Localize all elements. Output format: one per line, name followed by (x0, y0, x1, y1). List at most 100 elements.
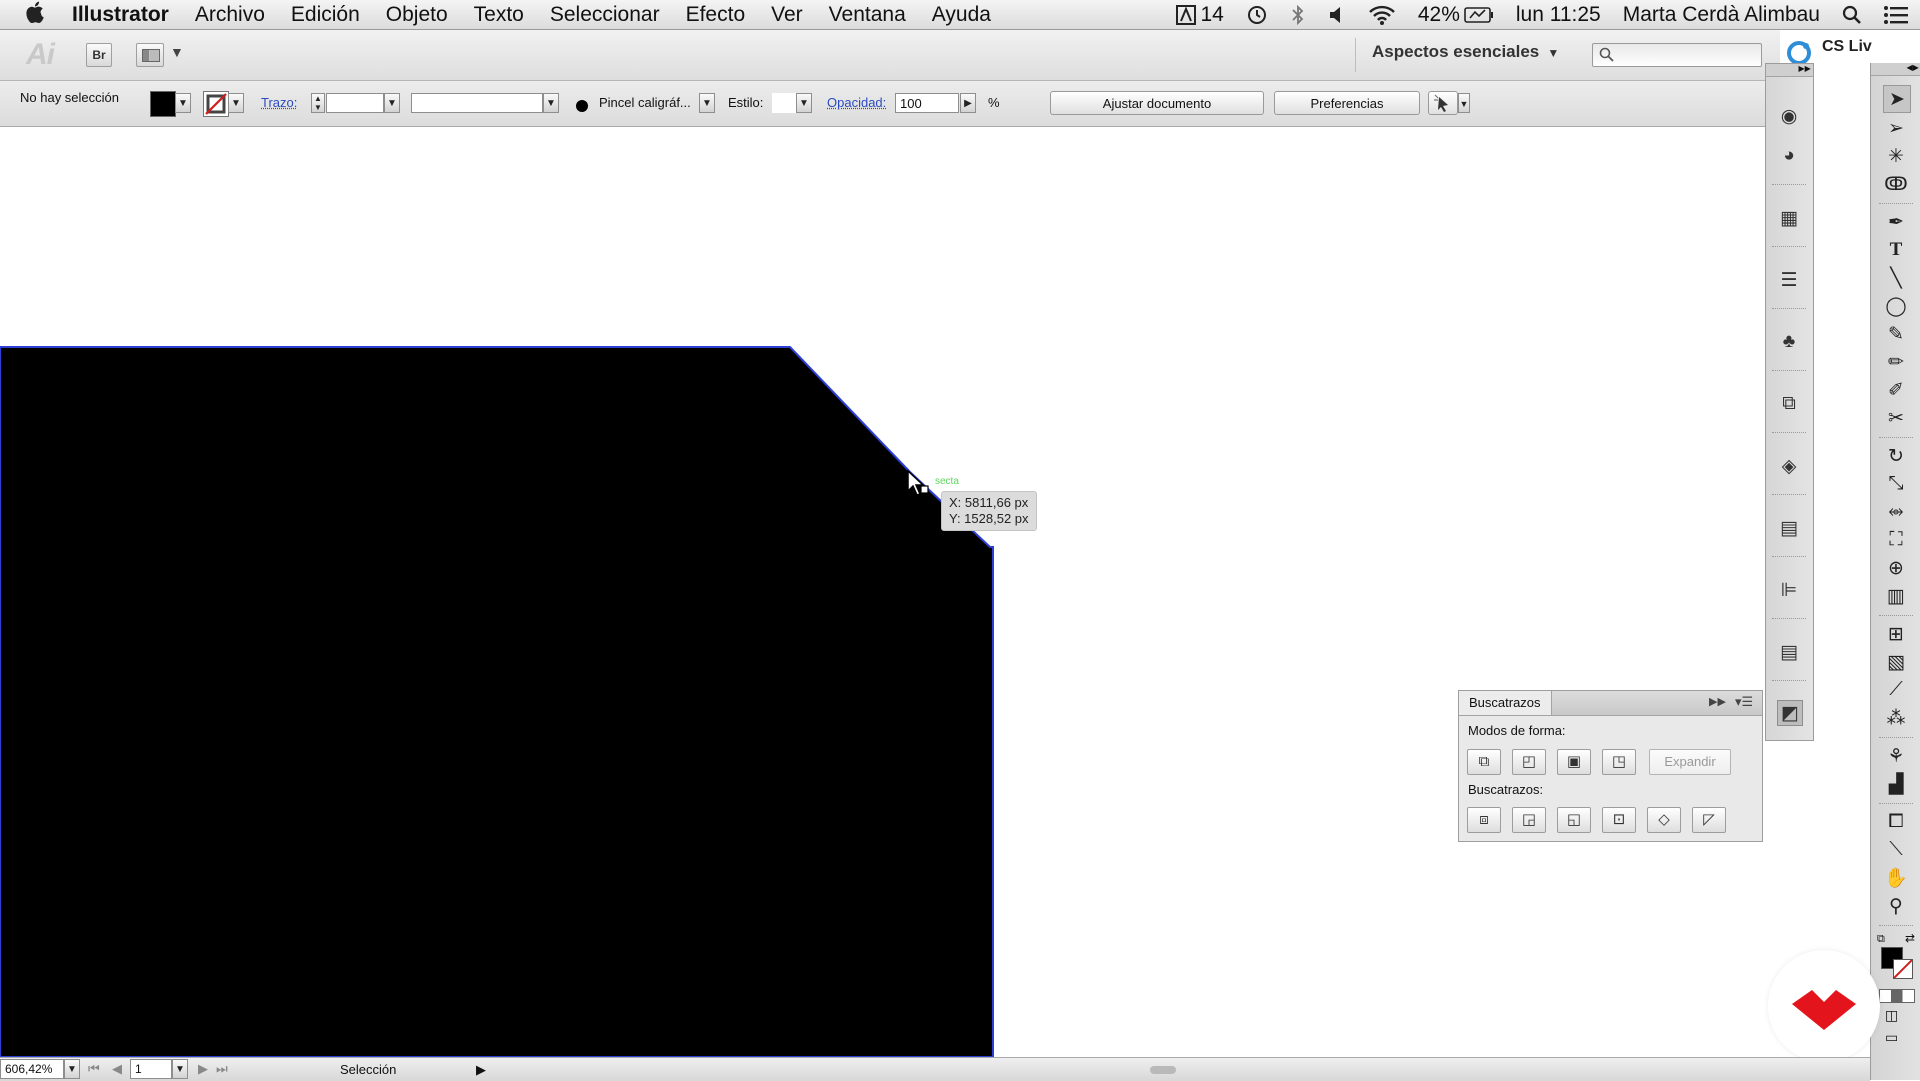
control-panel-menu-dropdown[interactable]: ▼ (1458, 93, 1470, 113)
symbol-sprayer-tool-icon[interactable]: ⚘ (1883, 743, 1909, 769)
swatches-panel-icon[interactable]: ▦ (1777, 206, 1801, 230)
bridge-button[interactable]: Br (86, 43, 112, 67)
line-segment-tool-icon[interactable]: ╲ (1883, 265, 1909, 291)
intersect-button[interactable]: ▣ (1557, 749, 1591, 775)
stroke-label[interactable]: Trazo: (261, 95, 297, 110)
tools-header[interactable]: ◀▶ (1871, 63, 1920, 76)
exclude-button[interactable]: ◳ (1602, 749, 1636, 775)
opacity-slider-button[interactable]: ▶ (960, 93, 976, 113)
artboard-canvas[interactable] (0, 127, 1780, 1057)
width-tool-icon[interactable]: ⥈ (1883, 499, 1909, 525)
opacity-input[interactable]: 100 (895, 93, 959, 113)
selection-tool-icon[interactable]: ➤ (1883, 85, 1911, 113)
panel-menu-icon[interactable]: ▾☰ (1735, 694, 1753, 710)
scale-tool-icon[interactable]: ⤡ (1883, 471, 1909, 497)
expand-button[interactable]: Expandir (1649, 749, 1731, 775)
style-swatch[interactable] (772, 93, 796, 113)
fill-swatch[interactable] (150, 91, 176, 117)
crop-button[interactable]: ⊡ (1602, 807, 1636, 833)
notification-list-icon[interactable] (1884, 5, 1908, 24)
symbols-panel-icon[interactable]: ♣ (1777, 330, 1801, 354)
slice-tool-icon[interactable]: ⟍ (1883, 837, 1909, 863)
align-panel-icon[interactable]: ⊫ (1777, 578, 1801, 602)
width-profile-dropdown[interactable]: ▼ (543, 93, 559, 113)
stroke-dropdown[interactable]: ▼ (228, 93, 244, 113)
help-search-input[interactable] (1592, 43, 1762, 67)
chevron-down-icon[interactable]: ▼ (170, 44, 184, 60)
merge-button[interactable]: ◱ (1557, 807, 1591, 833)
direct-selection-tool-icon[interactable]: ➢ (1883, 115, 1909, 141)
pathfinder-tab[interactable]: Buscatrazos (1459, 691, 1552, 715)
menu-objeto[interactable]: Objeto (373, 3, 461, 27)
stroke-panel-icon[interactable]: ☰ (1777, 268, 1801, 292)
pathfinder-panel-header[interactable]: Buscatrazos ▶▶ ▾☰ (1459, 691, 1762, 716)
mesh-tool-icon[interactable]: ⊞ (1883, 621, 1909, 647)
screen-mode-icon[interactable]: ▭ (1885, 1029, 1898, 1046)
artboard-number-input[interactable]: 1 (130, 1059, 172, 1079)
column-graph-tool-icon[interactable]: ▟ (1883, 771, 1909, 797)
adjust-document-button[interactable]: Ajustar documento (1050, 91, 1264, 115)
menu-user-name[interactable]: Marta Cerdà Alimbau (1623, 3, 1820, 27)
menu-efecto[interactable]: Efecto (673, 3, 759, 27)
lasso-tool-icon[interactable]: ↂ (1883, 171, 1909, 197)
next-artboard-button[interactable]: ▶ (198, 1061, 208, 1077)
shape-builder-tool-icon[interactable]: ⊕ (1883, 555, 1909, 581)
stroke-weight-input[interactable] (326, 93, 384, 113)
ellipse-tool-icon[interactable]: ◯ (1883, 293, 1909, 319)
zoom-level-input[interactable]: 606,42% (0, 1059, 64, 1079)
minus-back-button[interactable]: ◸ (1692, 807, 1726, 833)
cs-live-label[interactable]: CS Liv (1822, 38, 1872, 56)
minus-front-button[interactable]: ◰ (1512, 749, 1546, 775)
eyedropper-tool-icon[interactable]: ⟋ (1883, 677, 1909, 703)
gradient-tool-icon[interactable]: ▧ (1883, 649, 1909, 675)
variable-width-profile-select[interactable] (411, 93, 543, 113)
fill-dropdown[interactable]: ▼ (175, 93, 191, 113)
outline-button[interactable]: ◇ (1647, 807, 1681, 833)
paintbrush-tool-icon[interactable]: ✎ (1883, 321, 1909, 347)
wifi-icon[interactable] (1368, 4, 1396, 26)
perspective-grid-tool-icon[interactable]: ▥ (1883, 583, 1909, 609)
brush-dropdown[interactable]: ▼ (699, 93, 715, 113)
volume-icon[interactable] (1328, 5, 1346, 25)
stroke-color-box[interactable] (1893, 959, 1913, 979)
free-transform-tool-icon[interactable]: ⛶ (1883, 527, 1909, 553)
status-menu-arrow-icon[interactable]: ▶ (476, 1062, 486, 1078)
swap-colors-icon[interactable]: ⇄ (1905, 931, 1915, 945)
arrange-documents-button[interactable] (136, 43, 164, 67)
brush-definition-label[interactable]: Pincel caligráf... (599, 95, 691, 110)
zoom-dropdown[interactable]: ▼ (64, 1059, 80, 1079)
menu-texto[interactable]: Texto (461, 3, 537, 27)
spotlight-search-icon[interactable] (1842, 5, 1862, 25)
opacity-label[interactable]: Opacidad: (827, 95, 886, 110)
stroke-weight-stepper[interactable]: ▲ ▼ (311, 93, 325, 113)
artboard-dropdown[interactable]: ▼ (172, 1059, 188, 1079)
menu-app-name[interactable]: Illustrator (59, 3, 182, 27)
blend-tool-icon[interactable]: ⁂ (1883, 705, 1909, 731)
brushes-panel-icon[interactable]: ▤ (1777, 640, 1801, 664)
color-guide-icon[interactable]: ◕ (1777, 144, 1801, 168)
type-tool-icon[interactable]: T (1883, 237, 1909, 263)
rotate-tool-icon[interactable]: ↻ (1883, 443, 1909, 469)
menu-archivo[interactable]: Archivo (182, 3, 278, 27)
color-panel-icon[interactable]: ◉ (1777, 104, 1801, 128)
magic-wand-tool-icon[interactable]: ✳ (1883, 143, 1909, 169)
menu-edicion[interactable]: Edición (278, 3, 373, 27)
dock-header[interactable]: ▶▶ (1766, 64, 1813, 77)
workspace-switcher[interactable]: Aspectos esenciales ▼ (1372, 42, 1559, 62)
time-machine-icon[interactable] (1246, 4, 1268, 26)
menu-seleccionar[interactable]: Seleccionar (537, 3, 673, 27)
divide-button[interactable]: ⧈ (1467, 807, 1501, 833)
zoom-tool-icon[interactable]: ⚲ (1883, 893, 1909, 919)
horizontal-scrollbar-thumb[interactable] (1150, 1066, 1176, 1074)
scissors-tool-icon[interactable]: ✂ (1883, 405, 1909, 431)
stroke-none-swatch[interactable] (203, 91, 229, 117)
pencil-tool-icon[interactable]: ✏ (1883, 349, 1909, 375)
pathfinder-panel-icon[interactable]: ◩ (1777, 700, 1803, 726)
pen-tool-icon[interactable]: ✒ (1883, 209, 1909, 235)
color-mode-buttons[interactable] (1879, 989, 1915, 1003)
apple-icon[interactable] (0, 1, 59, 29)
artboard-tool-icon[interactable]: ⧠ (1883, 809, 1909, 835)
trim-button[interactable]: ◲ (1512, 807, 1546, 833)
battery-status[interactable]: 42% (1418, 3, 1494, 27)
first-artboard-button[interactable]: ⏮ (88, 1061, 100, 1077)
